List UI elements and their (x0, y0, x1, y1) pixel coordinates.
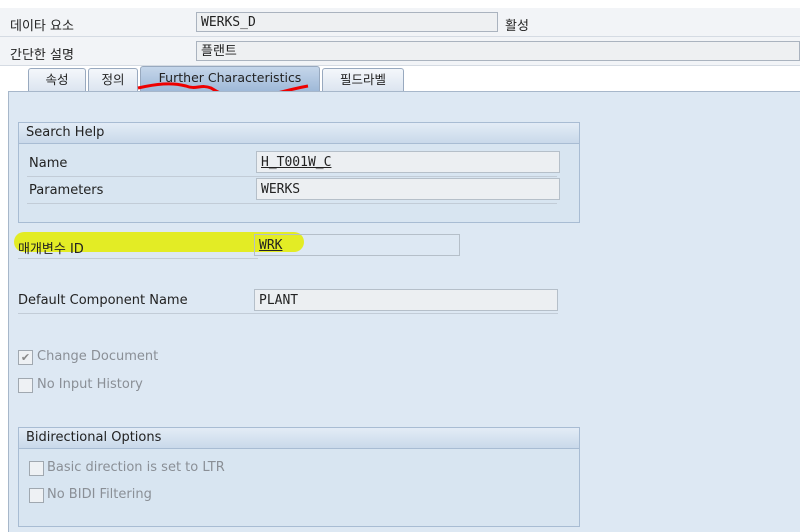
short-desc-row: 간단한 설명 플랜트 (0, 37, 800, 66)
parameters-label: Parameters (29, 183, 104, 198)
checkmark-icon: ✔ (18, 350, 33, 365)
bidi-title: Bidirectional Options (19, 428, 579, 449)
data-element-row: 데이타 요소 WERKS_D 활성 (0, 8, 800, 37)
bidi-group: Bidirectional Options Basic direction is… (18, 427, 580, 527)
search-help-name-field[interactable]: H_T001W_C (256, 151, 560, 173)
search-help-params-field[interactable]: WERKS (256, 178, 560, 200)
search-help-group: Search Help Name H_T001W_C Parameters WE… (18, 122, 580, 223)
status-text: 활성 (505, 19, 529, 34)
short-desc-label: 간단한 설명 (10, 48, 74, 63)
data-element-label: 데이타 요소 (10, 19, 74, 34)
short-desc-field[interactable]: 플랜트 (196, 41, 800, 61)
parameter-id-field[interactable]: WRK (254, 234, 460, 256)
default-component-label: Default Component Name (18, 293, 188, 308)
checkbox-box (29, 488, 44, 503)
tab-field-labels[interactable]: 필드라벨 (322, 68, 404, 91)
search-help-title: Search Help (19, 123, 579, 144)
default-component-field[interactable]: PLANT (254, 289, 558, 311)
tab-attributes[interactable]: 속성 (28, 68, 86, 91)
checkbox-box (29, 461, 44, 476)
data-element-field[interactable]: WERKS_D (196, 12, 498, 32)
tab-definition[interactable]: 정의 (88, 68, 138, 91)
checkbox-box (18, 378, 33, 393)
parameter-id-label: 매개변수 ID (18, 242, 84, 257)
name-label: Name (29, 156, 68, 171)
